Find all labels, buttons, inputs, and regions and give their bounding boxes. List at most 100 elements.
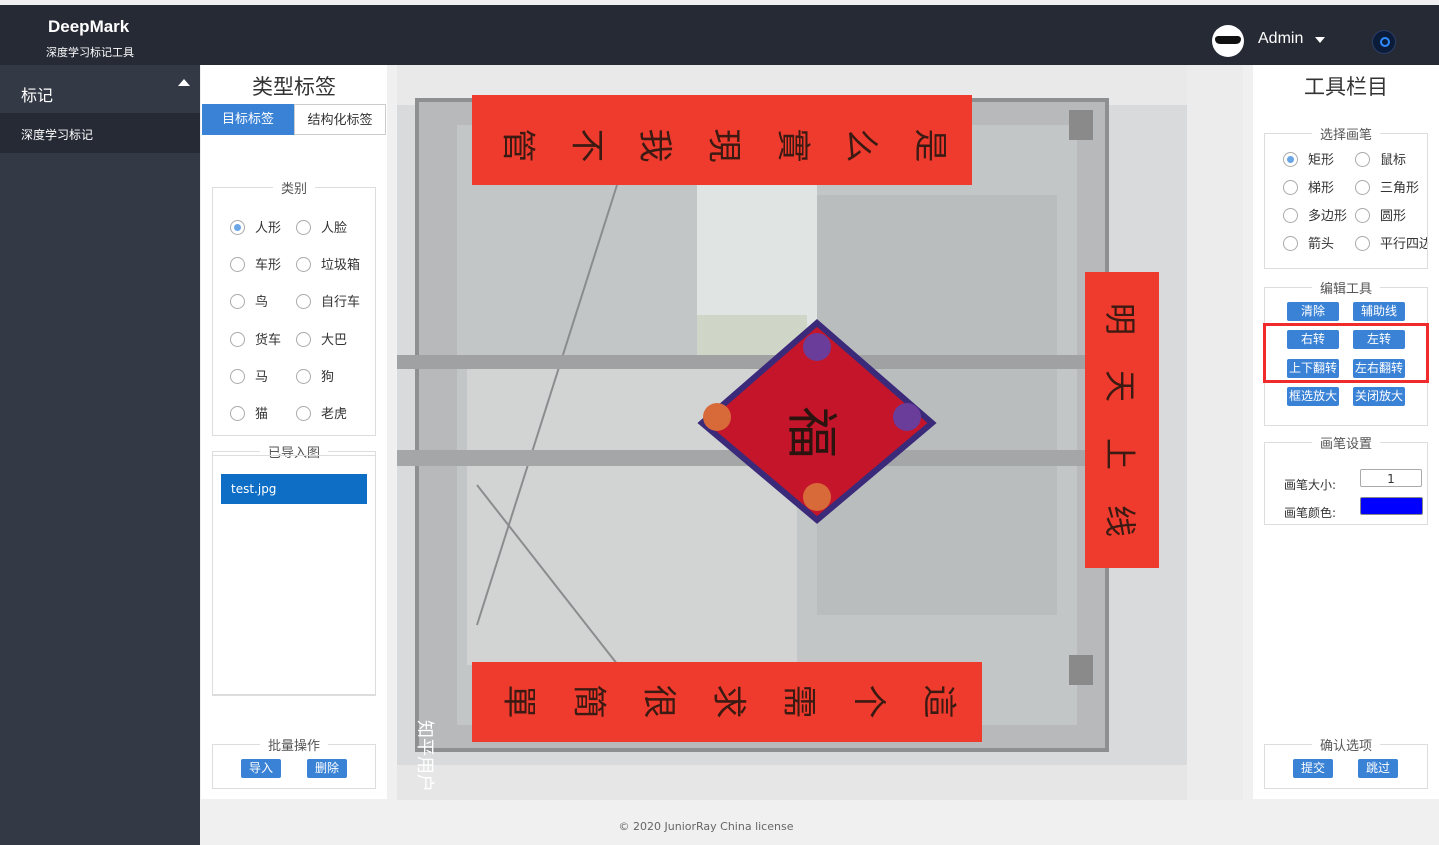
radio-unchecked-icon — [1355, 180, 1370, 195]
confirm-legend: 确认选项 — [1319, 739, 1372, 754]
radio-label: 货车 — [255, 333, 282, 348]
couplet-char: 是 — [909, 128, 950, 163]
radio-unchecked-icon — [1355, 152, 1370, 167]
footer-copyright: © 2020 JuniorRay China license — [618, 820, 794, 833]
radio-label: 三角形 — [1380, 181, 1420, 196]
banner-char: 上 — [1100, 437, 1139, 470]
collapse-arrow-icon[interactable] — [178, 79, 190, 86]
radio-unchecked-icon — [230, 406, 245, 421]
import-button[interactable]: 导入 — [241, 759, 281, 778]
couplet-char: 需 — [778, 684, 819, 719]
radio-unchecked-icon — [1283, 180, 1298, 195]
pen-size-label: 画笔大小: — [1284, 478, 1337, 492]
radio-unchecked-icon — [1283, 208, 1298, 223]
couplet-char: 這 — [918, 684, 959, 719]
radio-label: 鼠标 — [1380, 153, 1407, 168]
radio-unchecked-icon — [1283, 236, 1298, 251]
radio-label: 车形 — [255, 258, 282, 273]
brush-legend: 选择画笔 — [1319, 128, 1372, 143]
radio-unchecked-icon — [1355, 208, 1370, 223]
radio-label: 狗 — [321, 370, 335, 385]
radio-label: 梯形 — [1308, 181, 1335, 196]
tab-target-label[interactable]: 目标标签 — [202, 104, 294, 135]
radio-unchecked-icon — [296, 220, 311, 235]
skip-button[interactable]: 跳过 — [1358, 759, 1398, 778]
top-couplet: 管 不 我 現 實 么 是 — [487, 121, 967, 170]
pen-size-input[interactable]: 1 — [1360, 469, 1422, 487]
sidebar-item-label: 深度学习标记 — [21, 128, 94, 142]
radio-label: 圆形 — [1380, 209, 1407, 224]
couplet-char: 我 — [634, 128, 675, 163]
batch-legend: 批量操作 — [267, 739, 320, 754]
radio-label: 马 — [255, 370, 269, 385]
pen-settings-group: 画笔设置 画笔大小: 1 画笔颜色: — [1264, 433, 1428, 525]
edit-legend: 编辑工具 — [1319, 282, 1372, 297]
couplet-char: 管 — [497, 128, 538, 163]
batch-operations-group: 批量操作 — [212, 735, 376, 789]
sunglasses-icon — [1215, 36, 1241, 44]
footer: © 2020 JuniorRay China license — [201, 800, 1439, 845]
sidebar-section-header[interactable]: 标记 — [0, 65, 200, 113]
file-list: test.jpg — [212, 455, 376, 695]
couplet-char: 很 — [638, 684, 679, 719]
radio-unchecked-icon — [296, 257, 311, 272]
banner-char: 线 — [1100, 505, 1139, 538]
radio-label: 矩形 — [1308, 153, 1335, 168]
submit-button[interactable]: 提交 — [1293, 759, 1333, 778]
radio-label: 垃圾箱 — [321, 258, 361, 273]
confirm-group: 确认选项 — [1264, 735, 1428, 789]
radio-unchecked-icon — [230, 332, 245, 347]
top-navbar: DeepMark 深度学习标记工具 Admin — [0, 5, 1439, 65]
power-icon[interactable] — [1372, 30, 1396, 54]
radio-label: 自行车 — [321, 295, 361, 310]
pen-color-picker[interactable] — [1360, 497, 1423, 515]
banner-char: 天 — [1100, 370, 1139, 403]
user-avatar[interactable] — [1212, 25, 1244, 57]
guideline-button[interactable]: 辅助线 — [1353, 302, 1405, 321]
radio-unchecked-icon — [296, 369, 311, 384]
type-label-panel: 类型标签 目标标签 结构化标签 类别 人形 人脸 车形 垃圾箱 鸟 自行车 货车… — [201, 65, 387, 799]
chevron-down-icon[interactable] — [1315, 37, 1325, 43]
banner-char: 明 — [1100, 302, 1139, 335]
clear-button[interactable]: 清除 — [1287, 302, 1339, 321]
bottom-couplet: 單 簡 很 求 需 个 這 — [487, 677, 977, 726]
radio-checked-icon — [230, 220, 245, 235]
couplet-char: 不 — [566, 128, 607, 163]
couplet-char: 現 — [703, 128, 744, 163]
radio-unchecked-icon — [296, 294, 311, 309]
radio-label: 人脸 — [321, 221, 348, 236]
fu-character: 福 — [780, 406, 841, 459]
radio-label: 箭头 — [1308, 237, 1335, 252]
tab-structured-label[interactable]: 结构化标签 — [294, 104, 386, 135]
radio-label: 鸟 — [255, 295, 269, 310]
user-menu-label[interactable]: Admin — [1258, 30, 1303, 48]
radio-label: 平行四边形 — [1380, 237, 1427, 252]
sidebar-section-title: 标记 — [21, 86, 54, 105]
delete-button[interactable]: 删除 — [307, 759, 347, 778]
app-subtitle: 深度学习标记工具 — [46, 46, 134, 59]
radio-checked-icon — [1283, 152, 1298, 167]
sidebar-item-deep-learning-label[interactable]: 深度学习标记 — [0, 113, 200, 153]
category-legend: 类别 — [280, 182, 307, 197]
radio-label: 大巴 — [321, 333, 348, 348]
couplet-char: 簡 — [568, 684, 609, 719]
couplet-char: 个 — [848, 684, 889, 719]
couplet-char: 求 — [708, 684, 749, 719]
sidebar: 标记 深度学习标记 — [0, 65, 200, 845]
radio-label: 老虎 — [321, 407, 348, 422]
app-logo[interactable]: DeepMark — [48, 17, 129, 37]
highlight-box — [1263, 323, 1429, 383]
radio-unchecked-icon — [1355, 236, 1370, 251]
pen-legend: 画笔设置 — [1319, 437, 1372, 452]
zoom-off-button[interactable]: 关闭放大 — [1353, 387, 1405, 406]
radio-label: 人形 — [255, 221, 282, 236]
toolbar-panel: 工具栏目 选择画笔 矩形 鼠标 梯形 三角形 多边形 圆形 箭头 平行四边形 编… — [1253, 65, 1439, 799]
radio-brush[interactable]: 平行四边形 — [1355, 235, 1427, 255]
radio-unchecked-icon — [230, 257, 245, 272]
couplet-char: 實 — [772, 128, 813, 163]
zoom-select-button[interactable]: 框选放大 — [1287, 387, 1339, 406]
annotation-canvas[interactable]: 管 不 我 現 實 么 是 單 簡 很 求 需 个 這 明 天 上 线 福 知平… — [397, 65, 1243, 800]
file-list-item[interactable]: test.jpg — [221, 474, 367, 504]
radio-unchecked-icon — [296, 406, 311, 421]
radio-unchecked-icon — [230, 369, 245, 384]
